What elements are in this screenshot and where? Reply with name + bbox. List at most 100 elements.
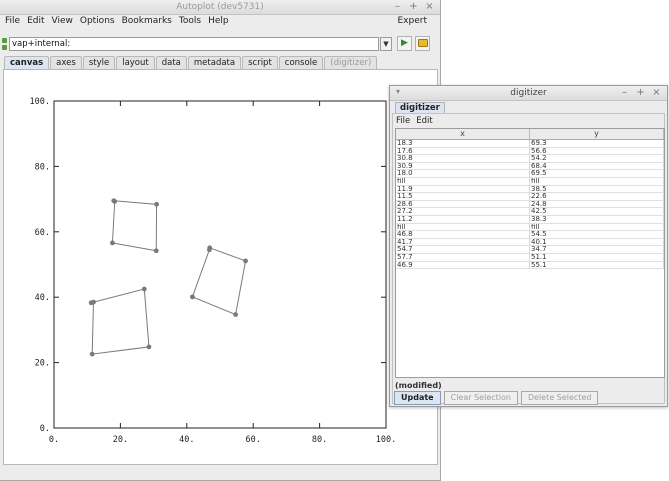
table-cell-x[interactable]: 30.8 <box>396 155 530 162</box>
points-table[interactable]: x y 18.3 69.3 17.6 56.6 30.8 54.2 30.9 68.4 18.0… <box>395 128 665 378</box>
go-button[interactable]: ▶ <box>397 36 412 51</box>
digitizer-titlebar[interactable]: ▾ digitizer – + × <box>390 86 667 101</box>
table-cell-x[interactable]: 41.7 <box>396 238 530 246</box>
address-input[interactable]: vap+internal: <box>9 37 379 51</box>
table-row[interactable]: 46.9 55.1 <box>396 261 664 270</box>
table-row[interactable]: 46.8 54.5 <box>396 231 664 239</box>
table-row[interactable]: 17.6 56.6 <box>396 147 664 156</box>
close-icon[interactable]: × <box>425 1 434 12</box>
table-cell-x[interactable]: 11.9 <box>396 185 530 193</box>
table-cell-x[interactable]: 46.9 <box>396 261 530 269</box>
tab-metadata[interactable]: metadata <box>187 56 242 69</box>
table-row[interactable]: 28.6 24.8 <box>396 200 664 209</box>
tab-layout[interactable]: layout <box>116 56 155 69</box>
table-cell-y[interactable]: 24.8 <box>530 200 664 208</box>
x-tick-label: 20. <box>113 435 128 445</box>
table-cell-y[interactable]: 38.5 <box>530 185 664 193</box>
table-cell-y[interactable]: 68.4 <box>530 162 664 170</box>
table-cell-x[interactable]: 57.7 <box>396 253 530 261</box>
clear-selection-button[interactable]: Clear Selection <box>443 391 518 405</box>
column-header-y[interactable]: y <box>530 129 664 139</box>
table-cell-y[interactable]: 40.1 <box>530 238 664 246</box>
table-row[interactable]: fill fill <box>396 223 664 232</box>
table-cell-x[interactable]: fill <box>396 223 530 231</box>
canvas-panel[interactable]: 0. 20. 40. 60. 80. 100. 0. 20. 40. 60. 80. 100. <box>3 69 438 465</box>
column-header-x[interactable]: x <box>396 129 530 139</box>
menu-tools[interactable]: Tools <box>179 15 201 28</box>
table-cell-y[interactable]: 69.5 <box>530 170 664 177</box>
table-cell-x[interactable]: 18.0 <box>396 170 530 177</box>
drag-grip-icon[interactable] <box>2 38 7 50</box>
table-row[interactable]: 11.9 38.5 <box>396 185 664 194</box>
table-cell-x[interactable]: 30.9 <box>396 162 530 170</box>
menu-edit[interactable]: Edit <box>27 15 44 28</box>
menu-file[interactable]: File <box>5 15 20 28</box>
table-cell-x[interactable]: 27.2 <box>396 208 530 215</box>
table-row[interactable]: 11.2 38.3 <box>396 215 664 224</box>
table-cell-y[interactable]: 42.5 <box>530 208 664 215</box>
browse-button[interactable] <box>415 36 430 51</box>
table-row[interactable]: 18.3 69.3 <box>396 140 664 148</box>
table-cell-x[interactable]: 28.6 <box>396 200 530 208</box>
menu-help[interactable]: Help <box>208 15 229 28</box>
close-icon[interactable]: × <box>652 87 661 98</box>
table-row[interactable]: 11.5 22.6 <box>396 193 664 201</box>
minimize-icon[interactable]: – <box>620 87 629 98</box>
chevron-down-icon[interactable]: ▼ <box>380 37 392 51</box>
menu-view[interactable]: View <box>52 15 73 28</box>
minimize-icon[interactable]: – <box>393 1 402 12</box>
table-cell-y[interactable]: 56.6 <box>530 147 664 155</box>
table-cell-x[interactable]: fill <box>396 177 530 185</box>
tab-axes[interactable]: axes <box>50 56 82 69</box>
tab-digitizer[interactable]: (digitizer) <box>324 56 378 69</box>
table-cell-y[interactable]: fill <box>530 223 664 231</box>
table-cell-y[interactable]: fill <box>530 177 664 185</box>
table-cell-x[interactable]: 17.6 <box>396 147 530 155</box>
update-button[interactable]: Update <box>394 391 441 405</box>
plot-canvas[interactable]: 0. 20. 40. 60. 80. 100. 0. 20. 40. 60. 80. 100. <box>4 70 437 464</box>
table-cell-y[interactable]: 69.3 <box>530 140 664 147</box>
table-row[interactable]: 54.7 34.7 <box>396 246 664 254</box>
table-cell-x[interactable]: 46.8 <box>396 231 530 238</box>
tab-canvas[interactable]: canvas <box>4 56 50 69</box>
tab-digitizer-active[interactable]: digitizer <box>395 102 445 113</box>
table-cell-y[interactable]: 51.1 <box>530 253 664 261</box>
delete-selected-button[interactable]: Delete Selected <box>520 391 599 405</box>
table-cell-x[interactable]: 11.2 <box>396 215 530 223</box>
table-cell-y[interactable]: 22.6 <box>530 193 664 200</box>
table-cell-y[interactable]: 34.7 <box>530 246 664 253</box>
tab-script[interactable]: script <box>242 56 278 69</box>
table-row[interactable]: 30.8 54.2 <box>396 155 664 163</box>
data-point <box>110 240 115 246</box>
maximize-icon[interactable]: + <box>409 1 418 12</box>
tab-console[interactable]: console <box>278 56 324 69</box>
tab-data[interactable]: data <box>155 56 187 69</box>
digitizer-menu-file[interactable]: File <box>396 116 410 127</box>
table-row[interactable]: fill fill <box>396 177 664 186</box>
table-cell-x[interactable]: 11.5 <box>396 193 530 200</box>
table-cell-y[interactable]: 54.2 <box>530 155 664 162</box>
series-line-3 <box>191 247 247 316</box>
play-icon: ▶ <box>401 38 408 48</box>
menu-options[interactable]: Options <box>80 15 115 28</box>
main-titlebar[interactable]: Autoplot (dev5731) – + × <box>0 0 440 15</box>
expert-menu[interactable]: Expert <box>398 15 428 27</box>
table-cell-y[interactable]: 55.1 <box>530 261 664 269</box>
table-cell-x[interactable]: 54.7 <box>396 246 530 253</box>
digitizer-menu: File Edit <box>396 116 439 127</box>
table-row[interactable]: 57.7 51.1 <box>396 253 664 262</box>
table-cell-y[interactable]: 54.5 <box>530 231 664 238</box>
data-point <box>89 351 95 357</box>
tab-style[interactable]: style <box>82 56 116 69</box>
maximize-icon[interactable]: + <box>636 87 645 98</box>
table-row[interactable]: 18.0 69.5 <box>396 170 664 178</box>
table-cell-y[interactable]: 38.3 <box>530 215 664 223</box>
table-row[interactable]: 30.9 68.4 <box>396 162 664 171</box>
window-controls: – + × <box>393 1 434 12</box>
table-row[interactable]: 41.7 40.1 <box>396 238 664 247</box>
menu-bookmarks[interactable]: Bookmarks <box>122 15 172 28</box>
table-cell-x[interactable]: 18.3 <box>396 140 530 147</box>
table-row[interactable]: 27.2 42.5 <box>396 208 664 216</box>
window-title: Autoplot (dev5731) <box>176 2 264 12</box>
digitizer-menu-edit[interactable]: Edit <box>416 116 432 127</box>
